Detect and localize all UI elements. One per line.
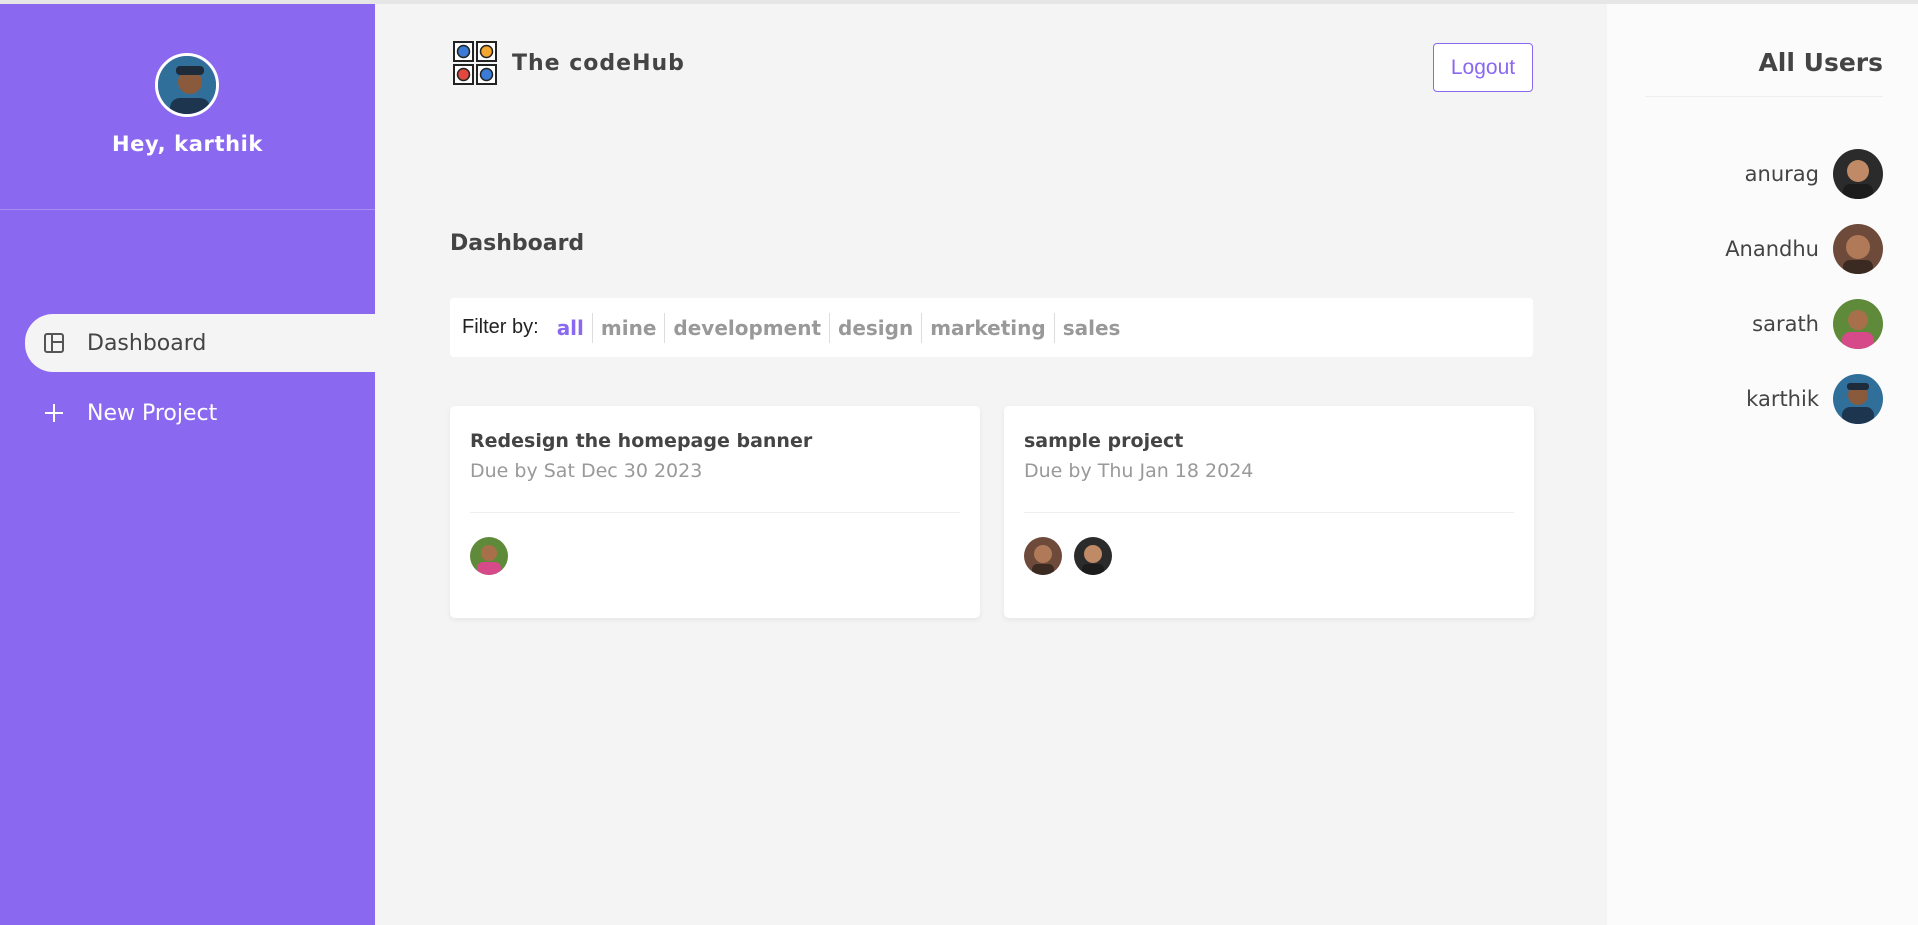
user-avatar (1833, 299, 1883, 349)
project-due-date: Due by Sat Dec 30 2023 (470, 460, 703, 482)
plus-icon (41, 400, 67, 426)
filter-option-sales[interactable]: sales (1055, 313, 1129, 343)
card-divider (470, 512, 960, 513)
user-avatar (1833, 374, 1883, 424)
project-filter-bar: Filter by: all mine development design m… (450, 298, 1533, 357)
app-page: Hey, karthik Dashboard New Project The c… (0, 0, 1918, 925)
user-name: sarath (1752, 312, 1819, 336)
page-title: Dashboard (450, 231, 585, 256)
user-list-item: anurag (1745, 149, 1883, 199)
user-name: karthik (1746, 387, 1819, 411)
project-assignees (470, 537, 520, 575)
assignee-avatar (1074, 537, 1112, 575)
filter-option-development[interactable]: development (665, 312, 831, 343)
project-title: sample project (1024, 430, 1184, 452)
users-divider (1645, 96, 1883, 97)
filter-label: Filter by: (462, 316, 539, 338)
filter-option-marketing[interactable]: marketing (922, 312, 1055, 343)
nav-item-new-project[interactable]: New Project (25, 384, 375, 442)
project-assignees (1024, 537, 1124, 575)
project-card[interactable]: sample project Due by Thu Jan 18 2024 (1004, 406, 1534, 618)
brand: The codeHub (453, 41, 685, 85)
user-list-item: Anandhu (1725, 224, 1883, 274)
filter-option-all[interactable]: all (549, 312, 593, 343)
filter-option-mine[interactable]: mine (593, 312, 666, 343)
logout-button[interactable]: Logout (1433, 43, 1533, 92)
filter-option-design[interactable]: design (830, 312, 923, 343)
assignee-avatar (470, 537, 508, 575)
current-user-avatar (155, 53, 219, 117)
project-card[interactable]: Redesign the homepage banner Due by Sat … (450, 406, 980, 618)
greeting-text: Hey, karthik (111, 132, 263, 156)
brand-name: The codeHub (512, 50, 685, 76)
nav-item-label: New Project (87, 400, 218, 426)
project-title: Redesign the homepage banner (470, 430, 813, 452)
codehub-logo-icon (453, 41, 497, 85)
sidebar: Hey, karthik Dashboard New Project (0, 4, 375, 925)
project-due-date: Due by Thu Jan 18 2024 (1024, 460, 1254, 482)
nav-item-dashboard[interactable]: Dashboard (25, 314, 375, 372)
sidebar-user-block: Hey, karthik (0, 4, 375, 210)
user-name: Anandhu (1725, 237, 1819, 261)
users-panel-title: All Users (1758, 48, 1883, 77)
user-avatar (1833, 224, 1883, 274)
user-avatar (1833, 149, 1883, 199)
user-list-item: karthik (1746, 374, 1883, 424)
main-content: The codeHub Logout Dashboard Filter by: … (375, 4, 1607, 925)
user-name: anurag (1744, 162, 1819, 186)
dashboard-icon (41, 330, 67, 356)
nav-item-label: Dashboard (87, 330, 207, 356)
user-list-item: sarath (1752, 299, 1883, 349)
all-users-panel: All Users anurag Anandhu sarath karthik (1607, 4, 1918, 925)
assignee-avatar (1024, 537, 1062, 575)
card-divider (1024, 512, 1514, 513)
